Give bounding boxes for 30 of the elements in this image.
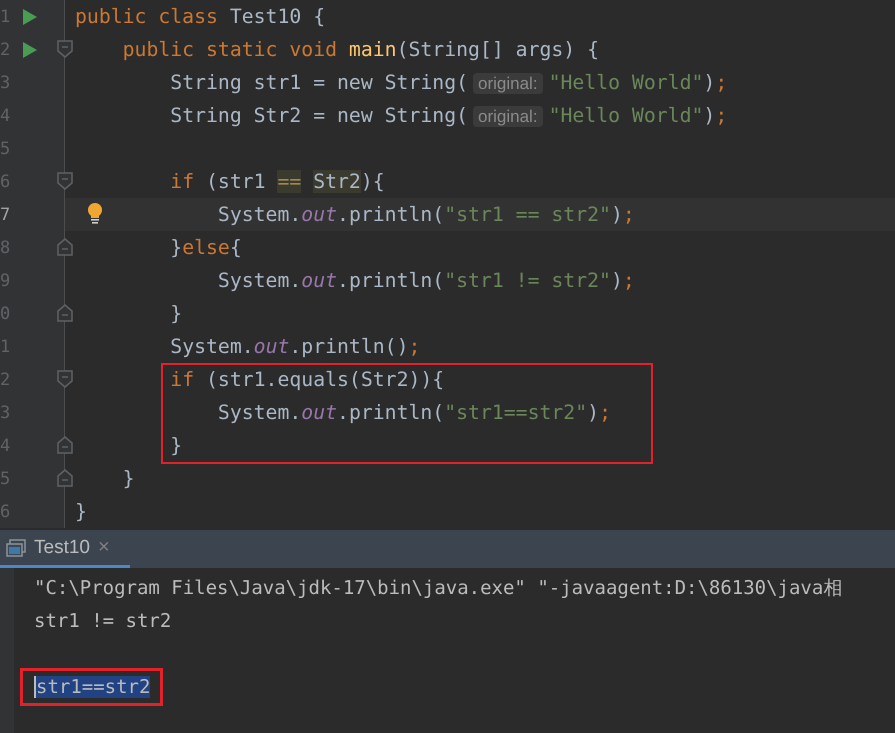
fold-icon[interactable] bbox=[57, 304, 73, 322]
console-tab[interactable]: Test10 × bbox=[0, 530, 130, 568]
play-icon[interactable] bbox=[23, 8, 37, 24]
code-line: if (str1 == Str2){ bbox=[170, 170, 385, 193]
code-line: public class Test10 { bbox=[75, 5, 326, 28]
code-line: } bbox=[75, 500, 87, 523]
code-line: System.out.println(); bbox=[170, 335, 420, 358]
fold-icon[interactable] bbox=[57, 238, 73, 256]
fold-icon[interactable] bbox=[57, 370, 73, 388]
play-icon[interactable] bbox=[23, 42, 37, 58]
console-output-line: "C:\Program Files\Java\jdk-17\bin\java.exe" "-javaagent:D:\86130\java相 bbox=[34, 576, 842, 600]
fold-icon[interactable] bbox=[57, 436, 73, 454]
code-line: String str1 = new String( original: "Hello World"); bbox=[170, 71, 728, 94]
fold-icon[interactable] bbox=[57, 172, 73, 190]
code-line: String Str2 = new String( original: "Hello World"); bbox=[170, 104, 728, 127]
fold-icon[interactable] bbox=[57, 40, 73, 58]
code-line: }else{ bbox=[170, 236, 242, 259]
code-line: } bbox=[170, 434, 182, 457]
lightbulb-icon[interactable] bbox=[87, 203, 103, 225]
code-line: System.out.println("str1==str2"); bbox=[218, 401, 611, 424]
code-line: public static void main(String[] args) { bbox=[122, 38, 600, 61]
code-line: } bbox=[122, 467, 135, 490]
window-icon bbox=[6, 538, 26, 556]
fold-icon[interactable] bbox=[57, 469, 73, 487]
code-line: } bbox=[170, 302, 182, 325]
code-line: System.out.println("str1 != str2"); bbox=[218, 269, 635, 292]
code-line: if (str1.equals(Str2)){ bbox=[170, 368, 444, 391]
console-output-line: str1 != str2 bbox=[34, 610, 172, 632]
code-line: System.out.println("str1 == str2"); bbox=[218, 203, 635, 226]
line-number: 7 bbox=[0, 204, 12, 224]
